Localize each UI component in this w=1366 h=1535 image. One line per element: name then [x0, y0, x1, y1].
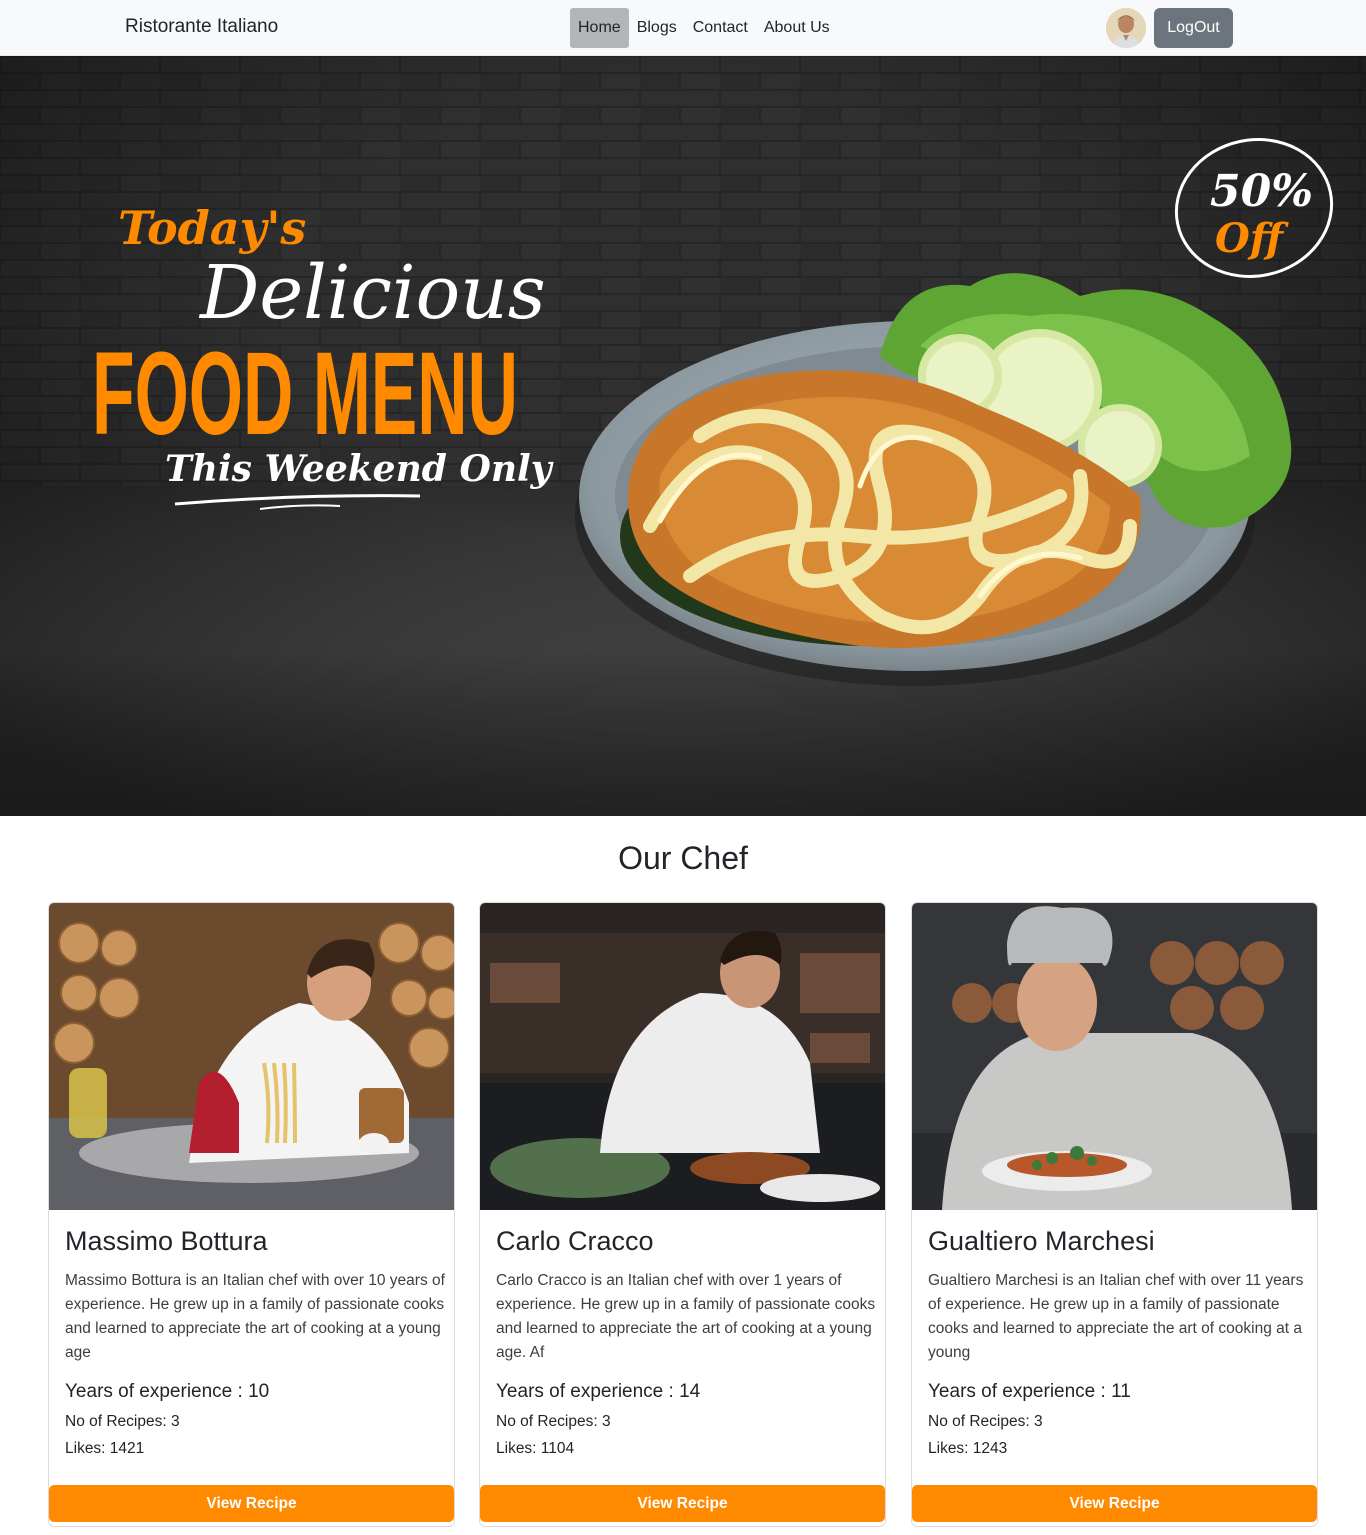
nav-about-us[interactable]: About Us	[756, 8, 838, 48]
chef-photo-image	[912, 903, 1317, 1210]
chef-recipes: No of Recipes: 3	[65, 1413, 180, 1430]
nav-links: Home Blogs Contact About Us	[570, 8, 838, 48]
nav-contact[interactable]: Contact	[685, 8, 756, 48]
hero-line-delicious: Delicious	[198, 250, 546, 336]
hero-line-food-menu: FOOD MENU	[92, 328, 518, 460]
chef-name: Massimo Bottura	[65, 1226, 268, 1256]
chef-photo-image	[480, 903, 885, 1210]
badge-off: Off	[1215, 215, 1289, 262]
badge-percent: 50%	[1210, 166, 1313, 217]
chef-photo	[49, 903, 454, 1210]
chef-card: Carlo Cracco Carlo Cracco is an Italian …	[479, 902, 886, 1527]
view-recipe-button[interactable]: View Recipe	[480, 1485, 885, 1522]
chef-name: Carlo Cracco	[496, 1226, 654, 1256]
chef-name: Gualtiero Marchesi	[928, 1226, 1155, 1256]
view-recipe-button[interactable]: View Recipe	[49, 1485, 454, 1522]
chef-bio: Massimo Bottura is an Italian chef with …	[65, 1272, 445, 1361]
chef-bio: Carlo Cracco is an Italian chef with ove…	[496, 1272, 876, 1361]
chef-photo-image	[49, 903, 454, 1210]
chef-experience: Years of experience : 10	[65, 1381, 270, 1402]
chef-recipes: No of Recipes: 3	[928, 1413, 1043, 1430]
nav-home[interactable]: Home	[570, 8, 629, 48]
hero-line-todays: Today's	[118, 201, 306, 255]
nav-blogs[interactable]: Blogs	[629, 8, 685, 48]
chef-photo	[912, 903, 1317, 1210]
user-avatar[interactable]	[1106, 8, 1146, 48]
chef-likes: Likes: 1421	[65, 1440, 145, 1457]
view-recipe-button[interactable]: View Recipe	[912, 1485, 1317, 1522]
chef-card: Massimo Bottura Massimo Bottura is an It…	[48, 902, 455, 1527]
chef-recipes: No of Recipes: 3	[496, 1413, 611, 1430]
hero-line-weekend: This Weekend Only	[165, 448, 554, 490]
chef-experience: Years of experience : 11	[928, 1381, 1131, 1402]
chef-bio: Gualtiero Marchesi is an Italian chef wi…	[928, 1272, 1304, 1361]
navbar: Ristorante Italiano Home Blogs Contact A…	[0, 0, 1366, 56]
chef-likes: Likes: 1243	[928, 1440, 1008, 1457]
chef-experience: Years of experience : 14	[496, 1381, 701, 1402]
logout-button[interactable]: LogOut	[1154, 8, 1233, 48]
hero-image: Today's Delicious FOOD MENU This Weekend…	[0, 56, 1366, 816]
hero-banner: Today's Delicious FOOD MENU This Weekend…	[0, 56, 1366, 816]
chef-photo	[480, 903, 885, 1210]
chef-card: Gualtiero Marchesi Gualtiero Marchesi is…	[911, 902, 1318, 1527]
avatar-icon	[1106, 8, 1146, 48]
section-title: Our Chef	[618, 840, 748, 876]
chef-likes: Likes: 1104	[496, 1440, 575, 1457]
brand-logo[interactable]: Ristorante Italiano	[125, 16, 278, 38]
